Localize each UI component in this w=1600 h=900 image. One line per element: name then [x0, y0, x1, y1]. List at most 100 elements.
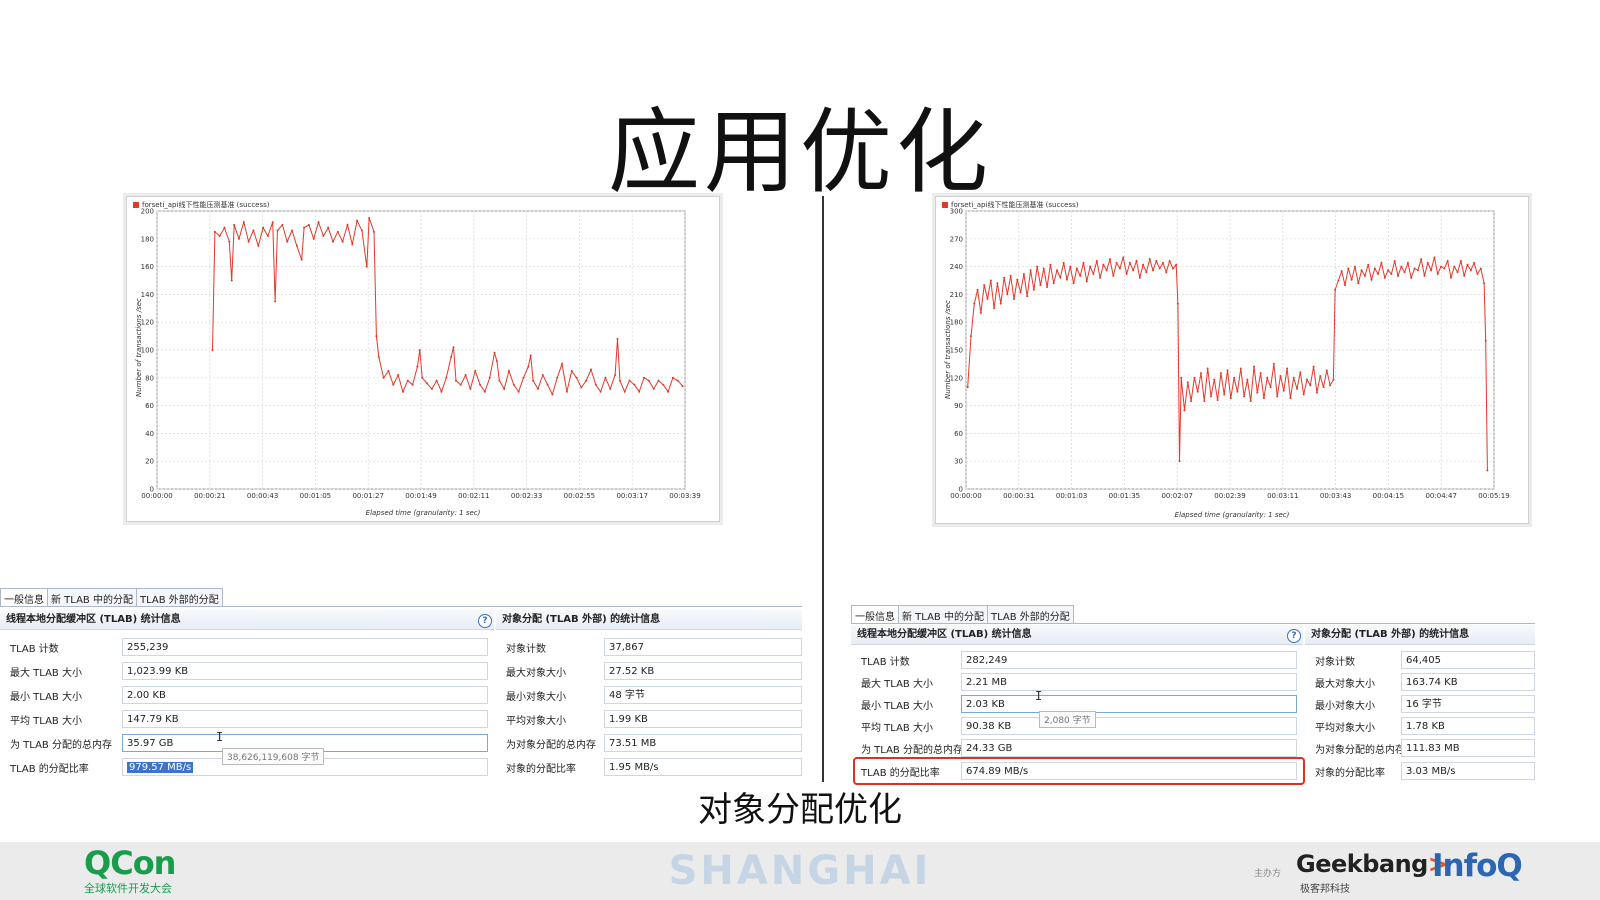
- geekbang-logo: Geekbang>: [1296, 850, 1448, 878]
- data-point: [421, 376, 424, 379]
- data-point: [1176, 302, 1179, 305]
- object-allocation-rate-field[interactable]: 3.03 MB/s: [1401, 762, 1535, 780]
- object-count-row: 对象计数 37,867: [496, 636, 802, 658]
- data-point: [1158, 267, 1161, 270]
- chart-svg: 030609012015018021024027030000:00:00 00:0…: [950, 208, 1510, 501]
- tlab-total-memory-field[interactable]: 24.33 GB: [961, 739, 1297, 757]
- avg-object-size-field[interactable]: 1.78 KB: [1401, 717, 1535, 735]
- data-point: [508, 369, 510, 372]
- data-point: [1206, 367, 1209, 370]
- data-point: [1453, 265, 1456, 268]
- tlab-count-field[interactable]: 282,249: [961, 651, 1297, 669]
- data-point: [1347, 267, 1350, 270]
- object-count-field[interactable]: 64,405: [1401, 651, 1535, 669]
- object-total-memory-field[interactable]: 73.51 MB: [604, 734, 802, 752]
- data-point: [322, 235, 325, 238]
- data-point: [522, 376, 525, 379]
- object-count-field[interactable]: 37,867: [604, 638, 802, 656]
- x-tick-label: 00:02:39: [1214, 492, 1245, 500]
- min-object-size-field[interactable]: 48 字节: [604, 686, 802, 704]
- tab-general[interactable]: 一般信息: [851, 605, 899, 623]
- data-point: [1262, 397, 1265, 400]
- data-point: [435, 379, 438, 382]
- data-point: [1213, 378, 1216, 381]
- y-tick-label: 120: [950, 374, 963, 382]
- y-tick-label: 180: [950, 319, 963, 327]
- data-point: [230, 279, 233, 282]
- field-label: 平均对象大小: [506, 715, 566, 727]
- object-allocation-rate-field[interactable]: 1.95 MB/s: [604, 758, 802, 776]
- data-point: [356, 219, 359, 222]
- data-point: [1016, 278, 1019, 281]
- data-point: [1089, 265, 1092, 268]
- y-tick-label: 210: [950, 291, 963, 299]
- help-icon[interactable]: ?: [478, 614, 492, 628]
- avg-object-size-field[interactable]: 1.99 KB: [604, 710, 802, 728]
- data-point: [1239, 367, 1242, 370]
- data-point: [1387, 269, 1390, 272]
- data-point: [1309, 384, 1312, 387]
- infoq-logo: InfoQ: [1432, 848, 1523, 884]
- data-point: [1269, 386, 1272, 389]
- data-point: [286, 240, 289, 243]
- text-cursor-icon: I: [1035, 689, 1043, 703]
- tab-outside-tlab[interactable]: TLAB 外部的分配: [986, 605, 1074, 623]
- data-point: [1022, 273, 1025, 276]
- data-point: [638, 390, 641, 393]
- field-label: 最小 TLAB 大小: [861, 700, 933, 712]
- min-object-size-row: 最小对象大小 16 字节: [1305, 693, 1535, 715]
- data-point: [1344, 284, 1347, 287]
- data-point: [1046, 285, 1049, 288]
- tab-general[interactable]: 一般信息: [0, 588, 48, 606]
- tab-new-tlab[interactable]: 新 TLAB 中的分配: [898, 605, 988, 623]
- data-point: [1449, 276, 1452, 279]
- right-allocation-panel: 一般信息 新 TLAB 中的分配 TLAB 外部的分配 线程本地分配缓冲区 (T…: [851, 605, 1535, 791]
- data-point: [599, 390, 602, 393]
- data-point: [1019, 291, 1022, 294]
- y-tick-label: 60: [145, 402, 154, 410]
- max-tlab-size-field[interactable]: 1,023.99 KB: [122, 662, 488, 680]
- help-icon[interactable]: ?: [1287, 629, 1301, 643]
- data-point: [1243, 395, 1246, 398]
- data-point: [628, 379, 631, 382]
- data-point: [604, 376, 607, 379]
- x-tick-label: 00:01:03: [1056, 492, 1087, 500]
- tab-new-tlab[interactable]: 新 TLAB 中的分配: [47, 588, 137, 606]
- min-tlab-size-field[interactable]: 2.00 KB: [122, 686, 488, 704]
- avg-tlab-size-field[interactable]: 147.79 KB: [122, 710, 488, 728]
- data-point: [1340, 270, 1343, 273]
- data-point: [1423, 274, 1426, 277]
- value-tooltip: 38,626,119,608 字节: [222, 748, 325, 765]
- left-throughput-chart: forseti_api线下性能压测基准 (success) Number of …: [126, 196, 720, 522]
- data-point: [589, 368, 592, 371]
- center-divider: [822, 196, 824, 782]
- tab-outside-tlab[interactable]: TLAB 外部的分配: [135, 588, 223, 606]
- data-point: [488, 376, 491, 379]
- x-tick-label: 00:01:05: [300, 492, 331, 500]
- max-tlab-size-field[interactable]: 2.21 MB: [961, 673, 1297, 691]
- data-point: [969, 335, 972, 338]
- data-point: [1486, 469, 1489, 472]
- data-point: [1122, 256, 1125, 259]
- data-point: [213, 230, 216, 233]
- min-object-size-field[interactable]: 16 字节: [1401, 695, 1535, 713]
- data-point: [233, 223, 236, 226]
- data-point: [1299, 371, 1302, 374]
- avg-tlab-size-field[interactable]: 90.38 KB: [961, 717, 1297, 735]
- data-point: [1226, 369, 1229, 372]
- object-total-memory-field[interactable]: 111.83 MB: [1401, 739, 1535, 757]
- y-tick-label: 100: [141, 347, 154, 355]
- min-tlab-size-field[interactable]: 2.03 KB: [961, 695, 1297, 713]
- tlab-count-field[interactable]: 255,239: [122, 638, 488, 656]
- data-point: [503, 387, 506, 390]
- data-point: [1413, 267, 1416, 270]
- x-tick-label: 00:04:15: [1373, 492, 1404, 500]
- data-point: [1115, 261, 1118, 264]
- data-point: [300, 258, 303, 261]
- data-point: [1363, 274, 1366, 277]
- max-object-size-field[interactable]: 163.74 KB: [1401, 673, 1535, 691]
- data-point: [1305, 378, 1308, 381]
- data-point: [643, 376, 646, 379]
- data-point: [623, 390, 626, 393]
- max-object-size-field[interactable]: 27.52 KB: [604, 662, 802, 680]
